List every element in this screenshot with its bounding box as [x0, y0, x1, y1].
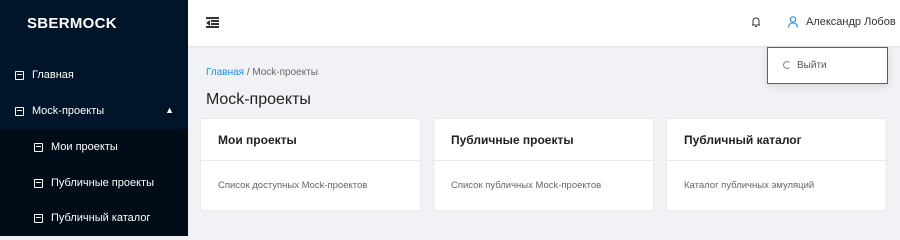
caret-up-icon: ▲ — [165, 105, 174, 115]
sidebar-subitem-public-projects[interactable]: Публичные проекты — [0, 165, 188, 201]
card-public-catalog[interactable]: Публичный каталог Каталог публичных эмул… — [666, 118, 887, 211]
card-description: Список публичных Mock-проектов — [451, 180, 602, 191]
breadcrumb-home-link[interactable]: Главная — [206, 67, 244, 78]
user-icon[interactable] — [788, 16, 798, 28]
breadcrumb: Главная / Mock-проекты — [206, 67, 318, 78]
sidebar-item-home[interactable]: Главная — [0, 57, 188, 93]
sidebar-subitem-public-catalog[interactable]: Публичный каталог — [0, 200, 188, 236]
layout-icon — [15, 70, 24, 80]
bell-icon[interactable] — [752, 17, 760, 27]
card-public-projects[interactable]: Публичные проекты Список публичных Mock-… — [433, 118, 654, 211]
layout-icon — [34, 178, 43, 188]
card-my-projects[interactable]: Мои проекты Список доступных Mock-проект… — [200, 118, 421, 211]
sidebar-item-label: Mock-проекты — [32, 105, 105, 117]
user-dropdown: Выйти — [767, 47, 888, 84]
menu-fold-icon[interactable] — [206, 17, 219, 28]
sidebar-item-label: Публичные проекты — [51, 177, 154, 189]
page-title: Mock-проекты — [206, 91, 311, 108]
card-title: Публичные проекты — [434, 119, 653, 161]
user-name[interactable]: Александр Лобов — [806, 16, 896, 28]
layout-icon — [34, 142, 43, 152]
sidebar: SBERMOCK Главная Mock-проекты ▲ Мои прое… — [0, 0, 188, 236]
sidebar-item-label: Публичный каталог — [51, 212, 151, 224]
sidebar-item-label: Мои проекты — [51, 141, 118, 153]
card-title: Мои проекты — [201, 119, 420, 161]
breadcrumb-current: Mock-проекты — [252, 67, 318, 78]
sidebar-item-label: Главная — [32, 69, 74, 81]
sidebar-item-mock-projects[interactable]: Mock-проекты ▲ — [0, 93, 188, 129]
sidebar-subitem-my-projects[interactable]: Мои проекты — [0, 129, 188, 165]
layout-icon — [34, 213, 43, 223]
layout-icon — [15, 106, 24, 116]
app-logo[interactable]: SBERMOCK — [0, 0, 188, 46]
top-header: Александр Лобов — [188, 0, 900, 46]
card-description: Список доступных Mock-проектов — [218, 180, 368, 191]
card-description: Каталог публичных эмуляций — [684, 180, 815, 191]
logout-label: Выйти — [797, 59, 827, 71]
logout-button[interactable]: Выйти — [774, 56, 882, 74]
card-title: Публичный каталог — [667, 119, 886, 161]
logout-icon — [783, 61, 791, 69]
